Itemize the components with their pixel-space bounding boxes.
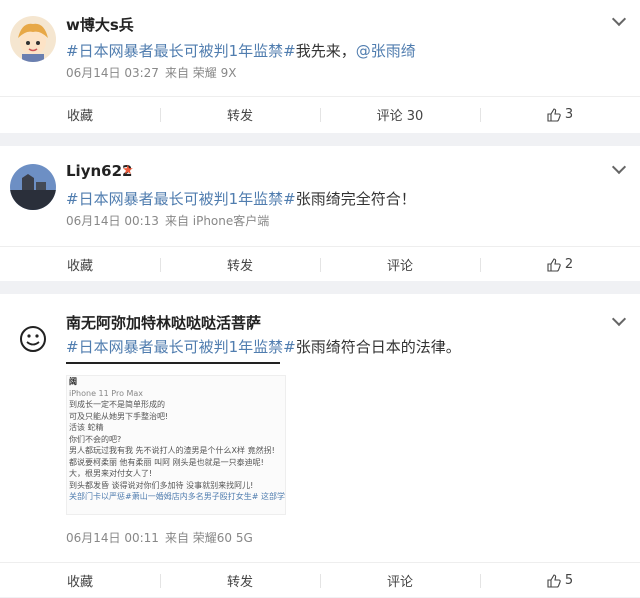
image-text-line: 到头都发昏 谈得说对你们多加待 没事就别来找阿儿! (69, 480, 254, 490)
image-text-line: 男人都玩过我有我 先不说打人的渣男是个什么X样 竟然拐! (69, 446, 275, 455)
post-content: #日本网暴者最长可被判1年监禁#我先来，@张雨绮 (66, 40, 416, 61)
repost-label: 转发 (226, 109, 253, 124)
action-bar: 收藏 转发 评论 2 (0, 246, 640, 282)
author-name[interactable]: w博大s兵 (66, 14, 134, 35)
vip-badge-icon: ★ (122, 163, 134, 178)
image-text-line: 你们不会的吧? (69, 434, 122, 444)
chevron-down-icon[interactable] (611, 11, 627, 27)
post-source: 来自 荣耀 9X (164, 66, 237, 80)
post-content: #日本网暴者最长可被判1年监禁#张雨绮完全符合！ (66, 188, 416, 209)
comment-button[interactable]: 评论 (320, 247, 480, 282)
chevron-down-icon[interactable] (611, 311, 627, 327)
repost-label: 转发 (226, 575, 253, 590)
image-text-line: 活该 蛇精 (69, 423, 104, 432)
attached-image[interactable]: 阔 iPhone 11 Pro Max 到成长一定不是简单形成的 可及只能从她男… (66, 375, 286, 515)
comment-button[interactable]: 评论 (320, 563, 480, 598)
chevron-down-icon[interactable] (611, 159, 627, 175)
repost-button[interactable]: 转发 (160, 563, 320, 598)
post-date: 06月14日 03:27 (66, 66, 159, 80)
favorite-label: 收藏 (66, 575, 93, 590)
like-count: 5 (564, 573, 574, 588)
repost-label: 转发 (226, 259, 253, 274)
comment-label: 评论 (386, 259, 413, 274)
favorite-label: 收藏 (66, 259, 93, 274)
image-text-line: 大，根男来对付女人了! (69, 469, 153, 478)
comment-label: 评论 (386, 575, 413, 590)
repost-button[interactable]: 转发 (160, 97, 320, 132)
avatar[interactable] (10, 316, 56, 362)
post-source: 来自 iPhone客户端 (164, 214, 270, 228)
favorite-button[interactable]: 收藏 (0, 563, 160, 598)
like-button[interactable]: 5 (480, 563, 640, 598)
thumbs-up-icon (547, 107, 561, 122)
action-bar: 收藏 转发 评论 30 3 (0, 96, 640, 132)
post-meta: 06月14日 00:13 来自 iPhone客户端 (66, 212, 275, 229)
thumbs-up-icon (547, 573, 561, 588)
like-count: 3 (564, 107, 574, 122)
like-count: 2 (564, 257, 574, 272)
avatar[interactable] (10, 16, 56, 62)
repost-button[interactable]: 转发 (160, 247, 320, 282)
post-content: #日本网暴者最长可被判1年监禁#张雨绮符合日本的法律。 (66, 336, 461, 357)
like-button[interactable]: 2 (480, 247, 640, 282)
thumbs-up-icon (547, 257, 561, 272)
image-text-line: iPhone 11 Pro Max (69, 388, 144, 398)
author-name[interactable]: 南无阿弥加特林哒哒哒活菩萨 (66, 312, 261, 333)
post-date: 06月14日 00:11 (66, 531, 159, 545)
action-bar: 收藏 转发 评论 5 (0, 562, 640, 598)
image-text-line: 都说要柯柔丽 他有柔丽 叫阿 刚头是也就是一只泰迪呢! (69, 457, 264, 467)
post-text: 张雨绮符合日本的法律。 (295, 338, 461, 356)
favorite-label: 收藏 (66, 109, 93, 124)
post-card: w博大s兵 #日本网暴者最长可被判1年监禁#我先来，@张雨绮 06月14日 03… (0, 0, 640, 133)
image-text-line: 可及只能从她男下手整治吧! (69, 411, 169, 421)
post-meta: 06月14日 03:27 来自 荣耀 9X (66, 64, 242, 81)
hashtag-link[interactable]: #日本网暴者最长可被判1年监禁# (66, 338, 296, 356)
comment-label: 评论 30 (376, 109, 424, 124)
post-source: 来自 荣耀60 5G (164, 531, 253, 545)
avatar[interactable] (10, 164, 56, 210)
post-text: 我先来， (295, 42, 356, 60)
divider (66, 362, 280, 364)
like-button[interactable]: 3 (480, 97, 640, 132)
post-text: 张雨绮完全符合！ (295, 190, 416, 208)
image-text-line: 到成长一定不是简单形成的 (69, 400, 165, 409)
favorite-button[interactable]: 收藏 (0, 97, 160, 132)
mention-link[interactable]: @张雨绮 (356, 42, 416, 60)
favorite-button[interactable]: 收藏 (0, 247, 160, 282)
image-text-line: 阔 (69, 377, 77, 386)
post-card: Liyn622 ★ #日本网暴者最长可被判1年监禁#张雨绮完全符合！ 06月14… (0, 146, 640, 281)
hashtag-link[interactable]: #日本网暴者最长可被判1年监禁# (66, 42, 296, 60)
image-text-line: 关部门卡以严惩#萧山一婚姆店内多名男子殴打女生# 这部学习 (69, 492, 286, 501)
hashtag-link[interactable]: #日本网暴者最长可被判1年监禁# (66, 190, 296, 208)
post-date: 06月14日 00:13 (66, 214, 159, 228)
post-meta: 06月14日 00:11 来自 荣耀60 5G (66, 529, 259, 546)
comment-button[interactable]: 评论 30 (320, 97, 480, 132)
